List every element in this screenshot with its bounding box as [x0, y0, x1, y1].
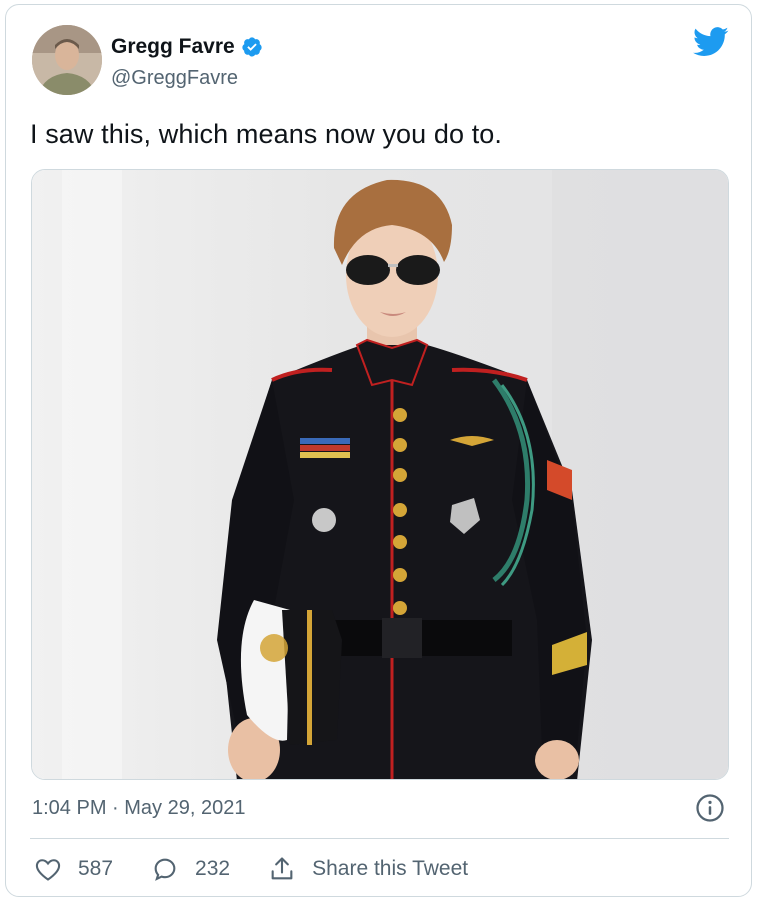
share-button[interactable]: Share this Tweet [268, 855, 468, 883]
avatar-image [32, 25, 102, 95]
tweet-actions: 587 232 Share this Tweet [34, 855, 506, 883]
author-handle[interactable]: @GreggFavre [111, 67, 238, 90]
info-icon[interactable] [695, 793, 725, 823]
like-count: 587 [78, 857, 114, 880]
tweet-card: Gregg Favre @GreggFavre I saw this, whic… [5, 4, 752, 897]
like-button[interactable]: 587 [34, 855, 113, 883]
author-name[interactable]: Gregg Favre [111, 35, 235, 59]
divider [30, 838, 729, 839]
photo-uniformed-man [32, 170, 728, 779]
twitter-bird-icon[interactable] [693, 27, 729, 57]
verified-badge-icon [242, 37, 262, 57]
tweet-photo[interactable] [31, 169, 729, 780]
reply-count: 232 [195, 857, 231, 880]
tweet-text: I saw this, which means now you do to. [30, 119, 503, 149]
avatar[interactable] [32, 25, 102, 95]
share-label: Share this Tweet [312, 857, 469, 880]
reply-button[interactable]: 232 [151, 855, 230, 883]
share-icon [271, 857, 293, 880]
heart-icon [35, 859, 61, 881]
tweet-timestamp[interactable]: 1:04 PM · May 29, 2021 [32, 797, 245, 820]
speech-bubble-icon [154, 858, 176, 881]
author-row: Gregg Favre [111, 35, 263, 59]
